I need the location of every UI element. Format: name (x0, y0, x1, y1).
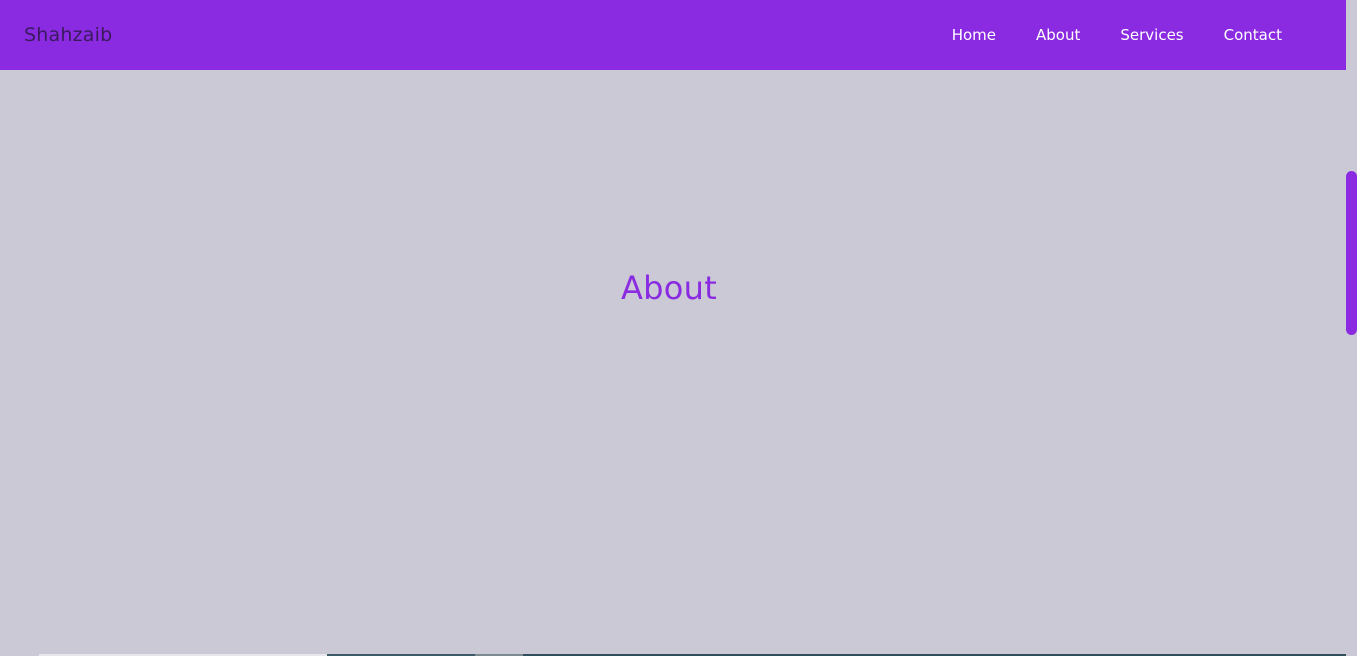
nav-link-services[interactable]: Services (1100, 18, 1203, 52)
page: Shahzaib Home About Services Contact Abo… (0, 0, 1357, 656)
brand-logo[interactable]: Shahzaib (24, 24, 112, 46)
nav-link-about[interactable]: About (1016, 18, 1100, 52)
about-section: About (0, 70, 1346, 656)
nav-link-home[interactable]: Home (932, 18, 1016, 52)
scrollbar-thumb[interactable] (1346, 171, 1357, 335)
scrollbar-track[interactable] (1346, 0, 1357, 656)
nav-link-contact[interactable]: Contact (1204, 18, 1302, 52)
section-title: About (620, 269, 718, 307)
nav-links: Home About Services Contact (932, 18, 1302, 52)
navbar: Shahzaib Home About Services Contact (0, 0, 1346, 70)
